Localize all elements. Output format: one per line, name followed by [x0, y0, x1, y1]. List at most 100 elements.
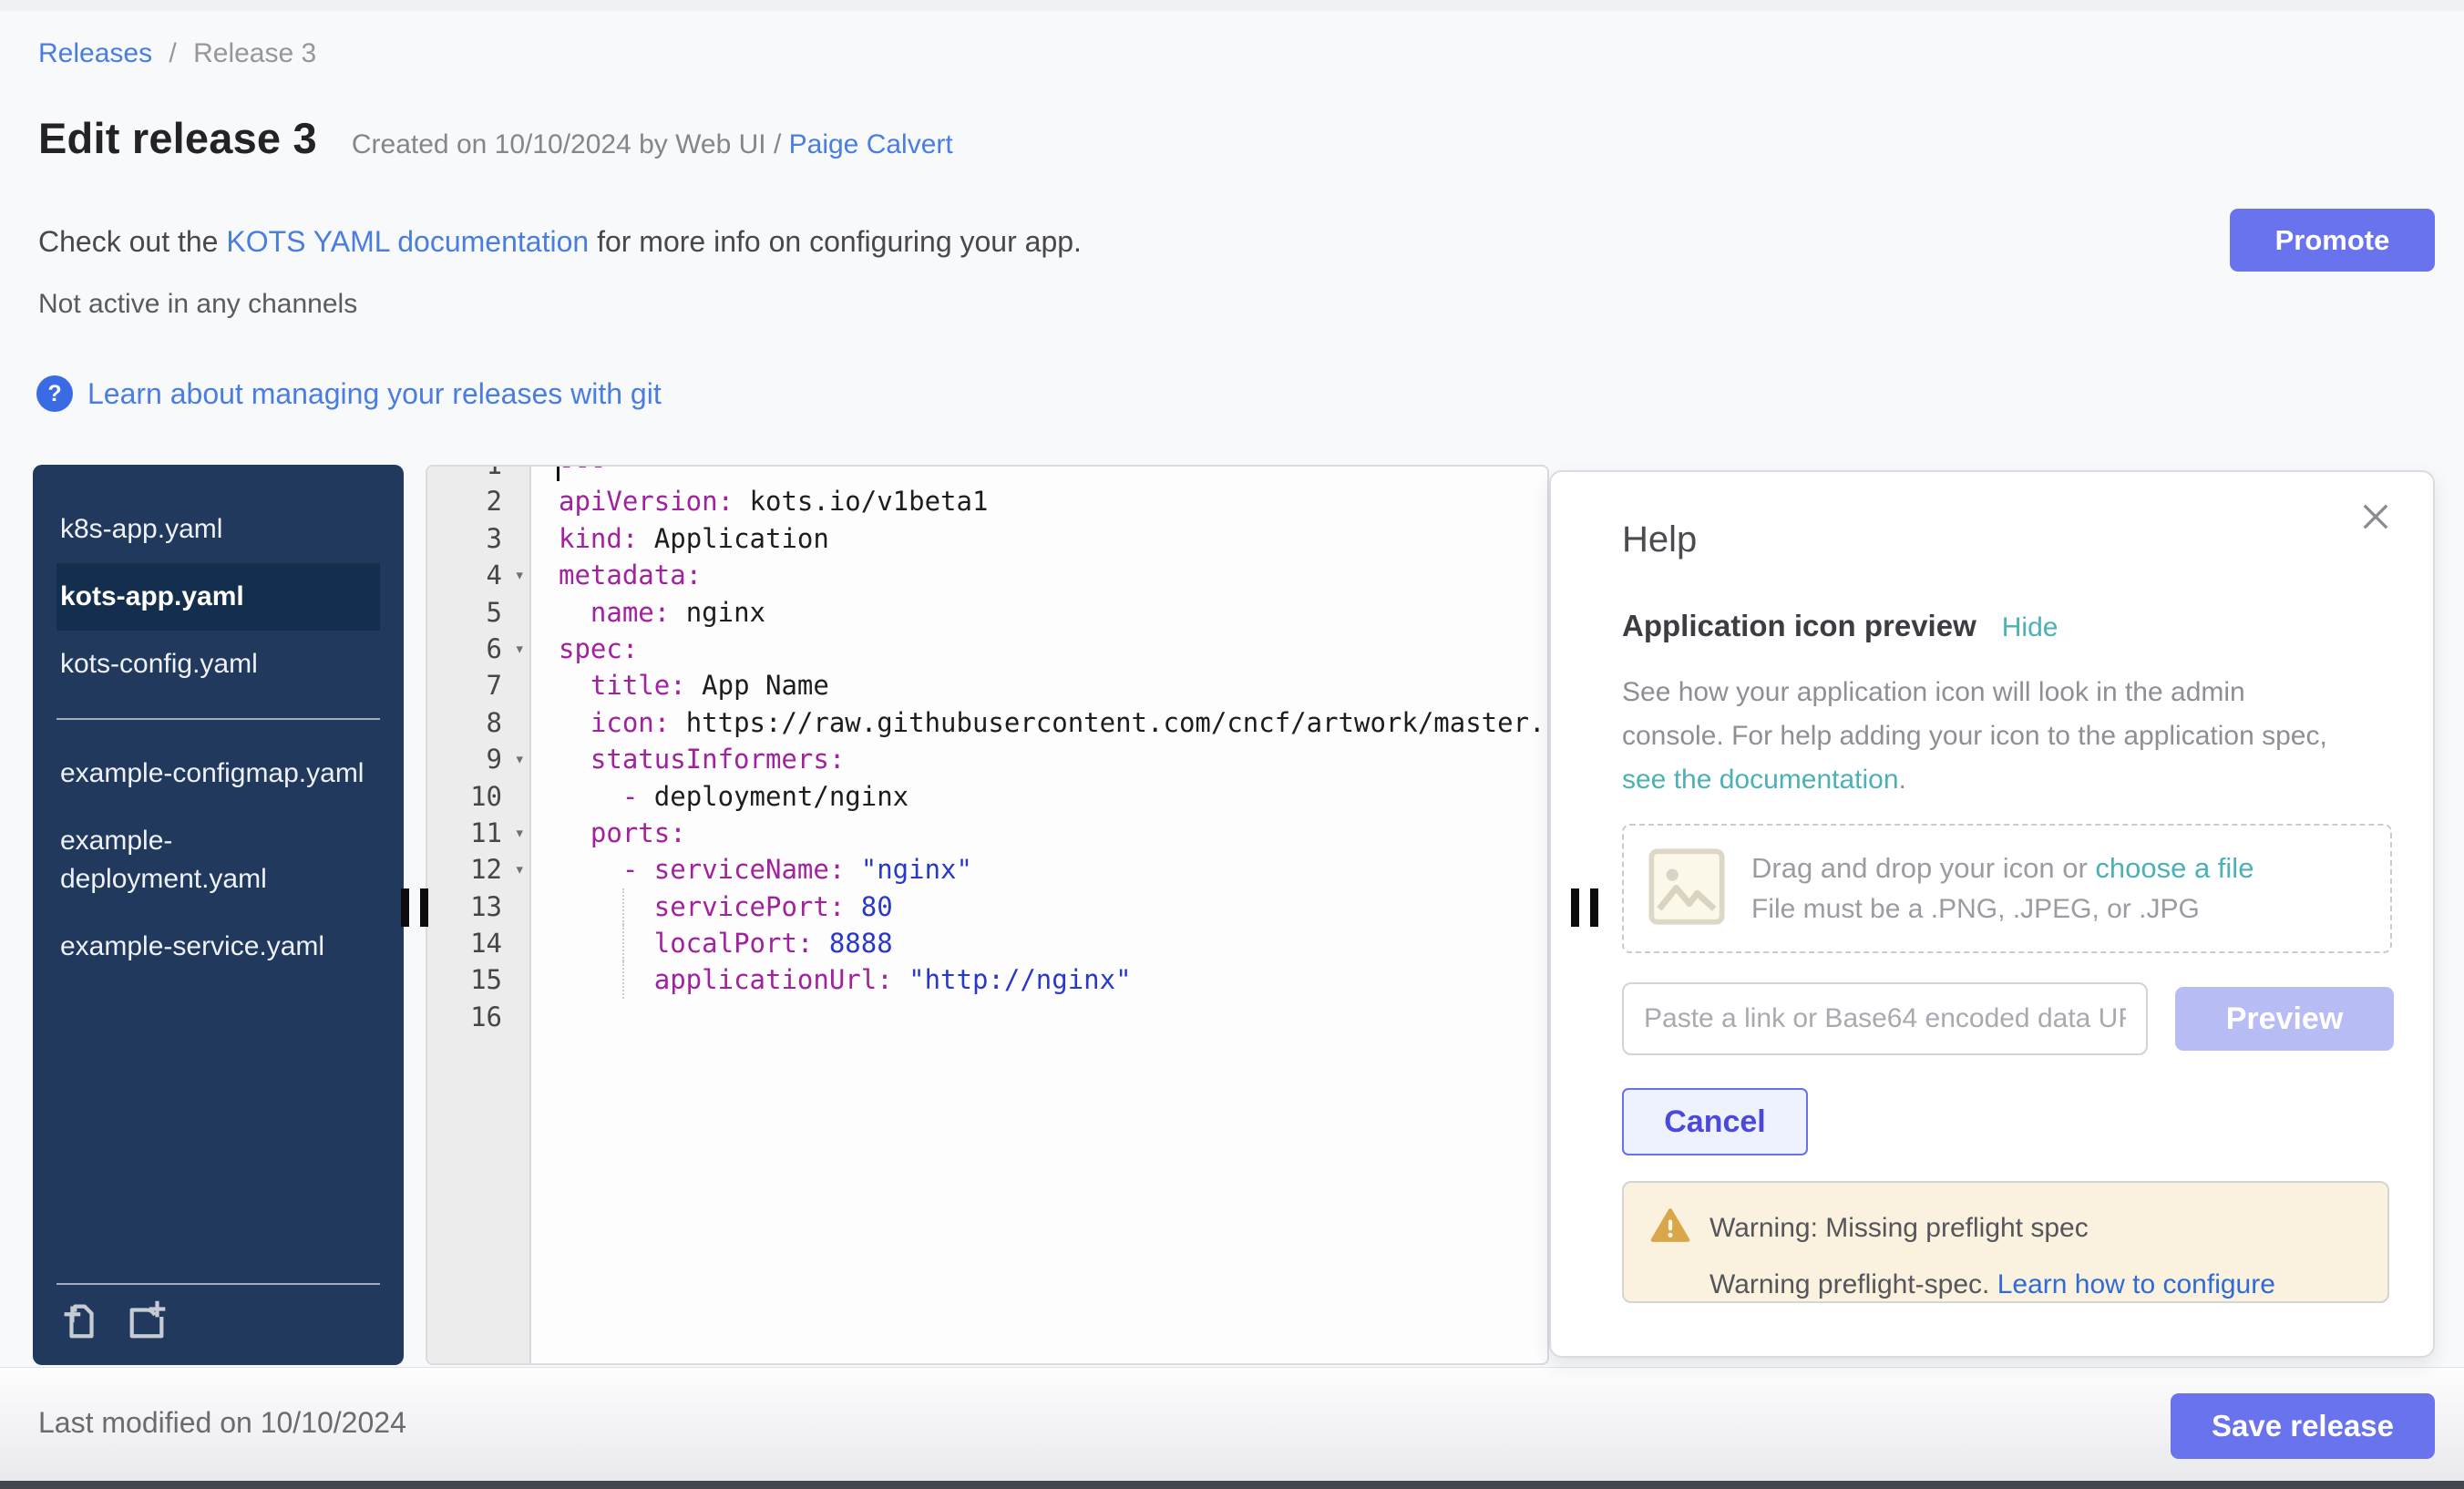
indent-guide [622, 888, 624, 925]
warning-body: Warning preflight-spec. [1709, 1269, 1997, 1299]
line-number: 12▾ [427, 851, 529, 888]
last-modified-text: Last modified on 10/10/2024 [38, 1406, 406, 1440]
file-tree-item-kots-config.yaml[interactable]: kots-config.yaml [56, 631, 380, 698]
warning-row-2: Warning preflight-spec. Learn how to con… [1709, 1269, 2362, 1300]
promote-button[interactable]: Promote [2230, 209, 2435, 272]
save-release-button[interactable]: Save release [2171, 1393, 2435, 1459]
app-window: Releases / Release 3 Edit release 3 Crea… [0, 0, 2464, 1489]
code-line[interactable]: 15 applicationUrl: "http://nginx" [427, 961, 1547, 998]
code-line[interactable]: 16 [427, 999, 1547, 1035]
line-number: 7 [427, 667, 529, 703]
breadcrumb: Releases / Release 3 [38, 38, 316, 69]
icon-preview-section-header: Application icon preview Hide [1622, 609, 2058, 643]
page-title: Edit release 3 [38, 113, 317, 163]
image-placeholder-icon [1648, 847, 1726, 930]
line-number: 8 [427, 704, 529, 741]
indent-guide [622, 961, 624, 998]
see-documentation-link[interactable]: see the documentation [1622, 765, 1899, 795]
add-folder-icon[interactable] [126, 1299, 168, 1341]
cancel-button[interactable]: Cancel [1622, 1088, 1808, 1155]
code-line[interactable]: 6▾spec: [427, 631, 1547, 667]
sidebar-resize-handle[interactable] [401, 888, 428, 927]
line-number: 9▾ [427, 741, 529, 777]
code-line[interactable]: 14 localPort: 8888 [427, 925, 1547, 961]
file-tree-item-example-deployment.yaml[interactable]: example-deployment.yaml [56, 807, 380, 913]
fold-arrow-icon[interactable]: ▾ [515, 557, 525, 593]
file-tree-item-example-service.yaml[interactable]: example-service.yaml [56, 913, 380, 981]
icon-preview-description: See how your application icon will look … [1622, 671, 2327, 802]
yaml-code-editor[interactable]: 1---2apiVersion: kots.io/v1beta13kind: A… [426, 465, 1549, 1365]
breadcrumb-current: Release 3 [193, 38, 316, 68]
file-tree-item-example-configmap.yaml[interactable]: example-configmap.yaml [56, 740, 380, 807]
warning-title: Warning: Missing preflight spec [1709, 1213, 2089, 1244]
line-number: 5 [427, 594, 529, 631]
question-circle-icon: ? [36, 375, 73, 412]
docs-hint-after: for more info on configuring your app. [589, 225, 1082, 258]
close-icon[interactable] [2356, 498, 2395, 540]
fold-arrow-icon[interactable]: ▾ [515, 851, 525, 888]
line-number: 6▾ [427, 631, 529, 667]
code-line[interactable]: 10 - deployment/nginx [427, 778, 1547, 815]
line-number: 16 [427, 999, 529, 1035]
created-by-link[interactable]: Paige Calvert [789, 129, 953, 159]
add-file-icon[interactable] [60, 1299, 102, 1341]
panel-resize-handle[interactable] [1571, 888, 1598, 927]
file-groups: k8s-app.yamlkots-app.yamlkots-config.yam… [33, 496, 404, 981]
line-number: 3 [427, 520, 529, 557]
file-group-divider [56, 718, 380, 720]
choose-file-link[interactable]: choose a file [2095, 852, 2254, 884]
breadcrumb-separator: / [169, 38, 176, 68]
code-line[interactable]: 8 icon: https://raw.githubusercontent.co… [427, 704, 1547, 741]
line-number: 10 [427, 778, 529, 815]
line-number: 13 [427, 888, 529, 925]
file-tree-sidebar: k8s-app.yamlkots-app.yamlkots-config.yam… [33, 465, 404, 1365]
resize-bar [1571, 888, 1579, 927]
fold-arrow-icon[interactable]: ▾ [515, 631, 525, 667]
hide-link[interactable]: Hide [2002, 612, 2058, 643]
code-line[interactable]: 7 title: App Name [427, 667, 1547, 703]
sidebar-bottom-toolbar [56, 1283, 380, 1345]
breadcrumb-releases-link[interactable]: Releases [38, 38, 152, 68]
preflight-warning-box: Warning: Missing preflight spec Warning … [1622, 1181, 2389, 1303]
fold-arrow-icon[interactable]: ▾ [515, 815, 525, 851]
created-on-text: Created on 10/10/2024 by Web UI / Paige … [352, 129, 953, 160]
resize-bar [420, 888, 428, 927]
file-tree-item-k8s-app.yaml[interactable]: k8s-app.yaml [56, 496, 380, 563]
line-number: 15 [427, 961, 529, 998]
code-line[interactable]: 1--- [427, 465, 1547, 483]
icon-preview-title: Application icon preview [1622, 609, 1976, 643]
icon-url-input[interactable] [1622, 982, 2148, 1055]
created-on-prefix: Created on 10/10/2024 by Web UI / [352, 129, 781, 159]
line-number: 2 [427, 483, 529, 519]
warning-row-1: Warning: Missing preflight spec [1649, 1205, 2362, 1251]
code-line[interactable]: 3kind: Application [427, 520, 1547, 557]
code-line[interactable]: 4▾metadata: [427, 557, 1547, 593]
description-line-2: console. For help adding your icon to th… [1622, 721, 2327, 751]
indent-guide [622, 925, 624, 961]
preview-button[interactable]: Preview [2175, 987, 2394, 1051]
description-line-1: See how your application icon will look … [1622, 677, 2245, 707]
title-row: Edit release 3 Created on 10/10/2024 by … [38, 113, 953, 163]
window-bottom-edge [0, 1481, 2464, 1489]
git-releases-link[interactable]: Learn about managing your releases with … [87, 377, 662, 411]
icon-dropzone[interactable]: Drag and drop your icon or choose a file… [1622, 824, 2392, 953]
learn-how-to-configure-link[interactable]: Learn how to configure [1997, 1269, 2275, 1299]
file-tree-item-kots-app.yaml[interactable]: kots-app.yaml [56, 563, 380, 631]
code-line[interactable]: 11▾ ports: [427, 815, 1547, 851]
text-cursor [557, 465, 560, 481]
code-line[interactable]: 2apiVersion: kots.io/v1beta1 [427, 483, 1547, 519]
dropzone-main-text: Drag and drop your icon or [1751, 852, 2095, 884]
icon-url-row: Preview [1622, 982, 2394, 1055]
line-number: 1 [427, 465, 529, 483]
code-line[interactable]: 5 name: nginx [427, 594, 1547, 631]
dropzone-text: Drag and drop your icon or choose a file… [1751, 852, 2254, 925]
kots-yaml-docs-link[interactable]: KOTS YAML documentation [226, 225, 589, 258]
code-line[interactable]: 12▾ - serviceName: "nginx" [427, 851, 1547, 888]
line-number: 4▾ [427, 557, 529, 593]
line-number: 14 [427, 925, 529, 961]
fold-arrow-icon[interactable]: ▾ [515, 741, 525, 777]
code-line[interactable]: 13 servicePort: 80 [427, 888, 1547, 925]
help-panel: Help Application icon preview Hide See h… [1549, 470, 2435, 1358]
code-line[interactable]: 9▾ statusInformers: [427, 741, 1547, 777]
channel-status-text: Not active in any channels [38, 289, 357, 320]
